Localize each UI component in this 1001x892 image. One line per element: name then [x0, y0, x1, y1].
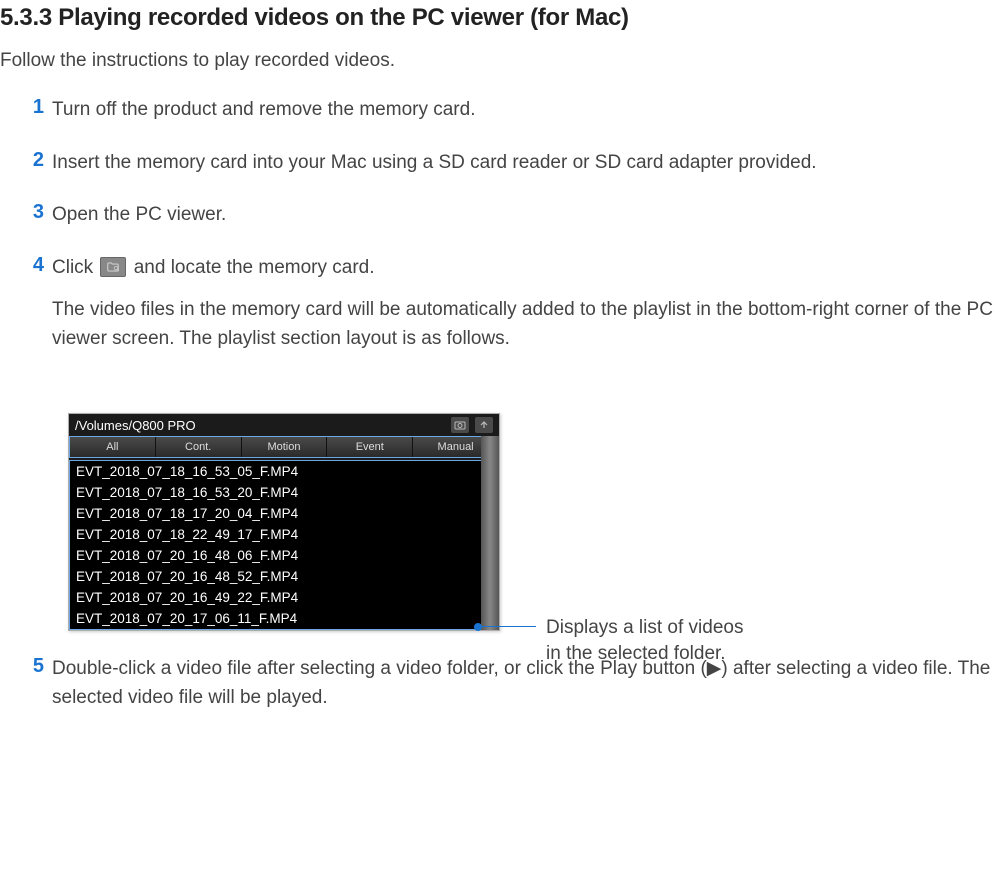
callout-file-list: Displays a list of videos in the selecte… — [546, 615, 743, 666]
step-text: Double-click a video file after selectin… — [52, 655, 1001, 712]
callout-right-line1: Displays a list of videos — [546, 617, 743, 638]
section-title: 5.3.3 Playing recorded videos on the PC … — [0, 4, 1001, 32]
list-item[interactable]: EVT_2018_07_20_16_48_06_F.MP4 — [70, 545, 498, 566]
camera-icon[interactable] — [451, 417, 469, 433]
step-number: 3 — [20, 201, 44, 224]
step-5: 5 Double-click a video file after select… — [20, 655, 1001, 712]
list-item[interactable]: EVT_2018_07_18_17_20_04_F.MP4 — [70, 503, 498, 524]
step-text: Click and locate the memory card. — [52, 254, 375, 283]
step-number: 1 — [20, 96, 44, 119]
video-file-list: EVT_2018_07_18_16_53_05_F.MP4 EVT_2018_0… — [69, 460, 499, 630]
header-icons — [451, 417, 493, 433]
tab-all[interactable]: All — [70, 437, 156, 457]
step-number: 2 — [20, 149, 44, 172]
tab-cont[interactable]: Cont. — [156, 437, 242, 457]
step-1: 1 Turn off the product and remove the me… — [20, 96, 1001, 125]
playlist-panel: /Volumes/Q800 PRO All Cont. Motion Event… — [68, 413, 500, 631]
list-item[interactable]: EVT_2018_07_20_17_06_11_F.MP4 — [70, 608, 498, 629]
callout-right-line2: in the selected folder. — [546, 643, 726, 664]
list-item[interactable]: EVT_2018_07_18_22_49_17_F.MP4 — [70, 524, 498, 545]
playlist-header: /Volumes/Q800 PRO — [69, 414, 499, 436]
callout-line — [480, 626, 536, 627]
step-number: 5 — [20, 655, 44, 678]
list-item[interactable]: EVT_2018_07_18_16_53_20_F.MP4 — [70, 482, 498, 503]
list-item[interactable]: EVT_2018_07_20_16_48_52_F.MP4 — [70, 566, 498, 587]
step4-before: Click — [52, 257, 98, 278]
step-2: 2 Insert the memory card into your Mac u… — [20, 149, 1001, 178]
tab-motion[interactable]: Motion — [242, 437, 328, 457]
folder-tabs: All Cont. Motion Event Manual — [69, 436, 499, 458]
export-icon[interactable] — [475, 417, 493, 433]
step-text: Turn off the product and remove the memo… — [52, 96, 475, 125]
step4-detail: The video files in the memory card will … — [52, 296, 1001, 353]
tab-event[interactable]: Event — [327, 437, 413, 457]
list-item[interactable]: EVT_2018_07_20_16_49_22_F.MP4 — [70, 587, 498, 608]
playlist-diagram: Select a folder. /Volumes/Q800 PRO All C… — [68, 413, 1001, 631]
open-folder-icon — [100, 257, 126, 277]
step-4: 4 Click and locate the memory card. — [20, 254, 1001, 283]
scrollbar[interactable] — [481, 436, 499, 630]
steps-list: 1 Turn off the product and remove the me… — [0, 96, 1001, 712]
list-item[interactable]: EVT_2018_07_18_16_53_05_F.MP4 — [70, 461, 498, 482]
step-number: 4 — [20, 254, 44, 277]
step-text: Open the PC viewer. — [52, 201, 226, 230]
step-text: Insert the memory card into your Mac usi… — [52, 149, 817, 178]
path-label: /Volumes/Q800 PRO — [75, 418, 196, 433]
step-3: 3 Open the PC viewer. — [20, 201, 1001, 230]
step4-after: and locate the memory card. — [128, 257, 374, 278]
intro-text: Follow the instructions to play recorded… — [0, 50, 1001, 72]
